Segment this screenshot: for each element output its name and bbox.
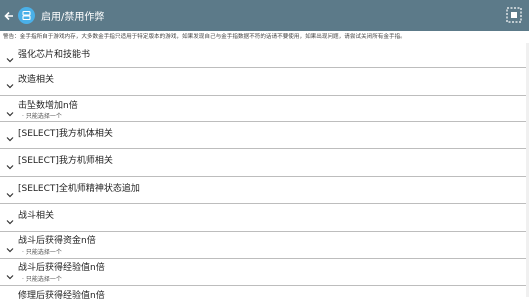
- item-label: 战斗后获得资金n倍: [18, 236, 96, 246]
- chevron-down-icon: [6, 165, 14, 170]
- chevron-down-icon: [6, 84, 14, 89]
- item-label: 战斗后获得经验值n倍: [18, 263, 105, 273]
- app-bar: 启用/禁用作弊: [0, 0, 529, 31]
- chevron-down-icon: [6, 58, 14, 63]
- chevron-down-icon: [6, 193, 14, 198]
- item-label: [SELECT]我方机体相关: [18, 129, 113, 139]
- item-label: 改造相关: [18, 75, 55, 85]
- chevron-down-icon: [6, 137, 14, 142]
- list-item[interactable]: 修理后获得经验值n倍: [0, 286, 529, 302]
- chevron-down-icon: [6, 220, 14, 225]
- list-item[interactable]: 战斗相关: [0, 204, 529, 232]
- list-item[interactable]: 强化芯片和技能书: [0, 43, 529, 68]
- item-label: [SELECT]我方机师相关: [18, 156, 113, 166]
- warning-text: 警告：金手指所自于游戏内存，大多数金手指只适用于特定版本的游戏，如果发现自己与金…: [0, 31, 529, 43]
- chevron-down-icon: [6, 112, 14, 117]
- list-item[interactable]: 战斗后获得资金n倍 · 只能选择一个: [0, 232, 529, 259]
- item-label: 击坠数增加n倍: [18, 101, 78, 111]
- list-item[interactable]: 改造相关: [0, 68, 529, 96]
- list-item[interactable]: 击坠数增加n倍 · 只能选择一个: [0, 96, 529, 122]
- chevron-down-icon: [6, 248, 14, 253]
- app-logo-icon: [18, 7, 35, 24]
- select-all-icon[interactable]: [505, 6, 523, 24]
- item-hint: · 只能选择一个: [22, 276, 62, 283]
- chevron-down-icon: [6, 275, 14, 280]
- item-label: 强化芯片和技能书: [18, 50, 91, 60]
- page-title: 启用/禁用作弊: [41, 12, 105, 23]
- list-item[interactable]: 战斗后获得经验值n倍 · 只能选择一个: [0, 259, 529, 286]
- item-label: 战斗相关: [18, 211, 55, 221]
- list-item[interactable]: [SELECT]我方机师相关: [0, 149, 529, 177]
- cheat-list: 强化芯片和技能书 改造相关 击坠数增加n倍 · 只能选择一个 [SELECT]我…: [0, 43, 529, 302]
- item-hint: · 只能选择一个: [22, 249, 62, 256]
- item-hint: · 只能选择一个: [22, 113, 62, 120]
- back-arrow-icon[interactable]: [2, 0, 16, 31]
- list-item[interactable]: [SELECT]全机师精神状态追加: [0, 177, 529, 204]
- item-label: 修理后获得经验值n倍: [18, 291, 105, 301]
- list-item[interactable]: [SELECT]我方机体相关: [0, 122, 529, 149]
- item-label: [SELECT]全机师精神状态追加: [18, 184, 140, 194]
